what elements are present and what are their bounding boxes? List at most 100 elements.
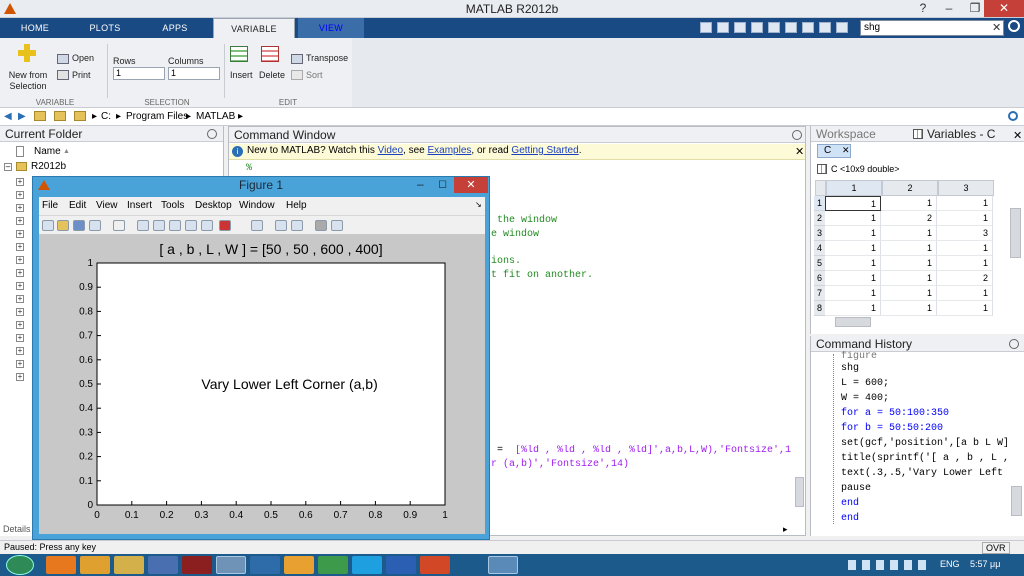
address-part-matlab[interactable]: MATLAB [196,111,235,122]
grid-cell[interactable]: 1 [881,226,937,241]
menu-view[interactable]: View [96,200,118,211]
grid-cell[interactable]: 2 [881,211,937,226]
select-arrow-icon[interactable] [113,220,125,231]
delete-button[interactable]: Delete [259,70,285,80]
taskbar-app-icon[interactable] [148,556,178,574]
address-search-icon[interactable] [1008,111,1018,121]
folder-root[interactable]: R2012b [31,161,66,172]
tree-expand-icon[interactable]: – [4,163,12,171]
rotate-icon[interactable] [185,220,197,231]
panel-menu-icon[interactable] [1009,339,1019,349]
insert-button[interactable]: Insert [230,70,253,80]
quick-access-icon-6[interactable] [785,22,797,33]
quick-access-icon-4[interactable] [751,22,763,33]
taskbar-matlab-icon[interactable] [216,556,246,574]
browse-folder-icon[interactable] [54,111,66,121]
tree-expand-icon[interactable]: + [16,178,24,186]
address-part-c[interactable]: C: [101,111,111,122]
tree-expand-icon[interactable]: + [16,373,24,381]
search-input[interactable]: shg [860,20,1004,36]
taskbar-app-icon[interactable] [250,556,280,574]
back-icon[interactable]: ◀ [4,111,12,122]
zoom-out-icon[interactable] [153,220,165,231]
grid-cell[interactable]: 1 [825,256,881,271]
taskbar-powerpoint-icon[interactable] [420,556,450,574]
scroll-right-icon[interactable]: ▸ [783,524,788,535]
panel-menu-icon[interactable] [792,130,802,140]
column-header-1[interactable]: 1 [826,180,882,196]
new-from-selection-button[interactable]: New from Selection [6,70,50,92]
address-bar[interactable]: ◀ ▶ ▸ C: ▸ Program Files ▸ MATLAB ▸ [0,108,1024,126]
hide-tools-icon[interactable] [315,220,327,231]
tree-expand-icon[interactable]: + [16,321,24,329]
grid-cell[interactable]: 1 [825,211,881,226]
info-link-video[interactable]: Video [378,145,403,156]
tree-expand-icon[interactable]: + [16,230,24,238]
tray-clock[interactable]: 5:57 μμ [970,559,1000,569]
row-header-6[interactable]: 6 [814,271,825,286]
grid-cell[interactable]: 1 [825,271,881,286]
figure-maximize-button[interactable]: ◻ [438,177,447,190]
info-close-icon[interactable]: ✕ [795,145,804,158]
vertical-scrollbar[interactable] [1011,486,1022,516]
grid-cell[interactable]: 1 [881,301,937,316]
quick-access-icon-2[interactable] [717,22,729,33]
start-button[interactable] [6,555,34,575]
row-header-8[interactable]: 8 [814,301,825,316]
history-line[interactable]: figure [841,351,877,360]
taskbar-explorer-icon[interactable] [114,556,144,574]
colorbar-icon[interactable] [275,220,287,231]
column-header-2[interactable]: 2 [882,180,938,196]
print-button[interactable]: Print [72,70,91,80]
row-header-7[interactable]: 7 [814,286,825,301]
quick-access-icon-5[interactable] [768,22,780,33]
grid-cell[interactable]: 1 [825,286,881,301]
history-line[interactable]: text(.3,.5,'Vary Lower Left [841,468,1003,479]
menu-window[interactable]: Window [239,200,275,211]
taskbar-firefox-icon[interactable] [46,556,76,574]
grid-cell[interactable]: 1 [881,196,937,211]
history-line[interactable]: end [841,513,859,524]
grid-cell[interactable]: 1 [881,286,937,301]
menu-file[interactable]: File [42,200,58,211]
row-header-4[interactable]: 4 [814,241,825,256]
figure-minimize-button[interactable]: – [417,177,424,191]
tab-variables-c[interactable]: Variables - C [911,126,1024,142]
grid-cell[interactable]: 3 [937,226,993,241]
taskbar-skype-icon[interactable] [352,556,382,574]
tree-expand-icon[interactable]: + [16,308,24,316]
figure-close-button[interactable]: ✕ [454,177,488,193]
tray-language[interactable]: ENG [940,559,960,569]
taskbar-figure-icon[interactable] [488,556,518,574]
vertical-scrollbar[interactable] [1010,208,1021,258]
clear-search-icon[interactable]: ✕ [992,21,1001,34]
menu-desktop[interactable]: Desktop [195,200,232,211]
tree-expand-icon[interactable]: + [16,256,24,264]
tree-expand-icon[interactable]: + [16,347,24,355]
grid-cell[interactable]: 1 [881,256,937,271]
figure-window[interactable]: Figure 1 – ◻ ✕ File Edit View Insert Too… [32,176,490,540]
tray-icons[interactable] [848,560,928,570]
grid-cell[interactable]: 1 [881,241,937,256]
link-icon[interactable] [251,220,263,231]
tree-expand-icon[interactable]: + [16,204,24,212]
quick-access-icon-1[interactable] [700,22,712,33]
grid-cell[interactable]: 1 [937,256,993,271]
grid-cell[interactable]: 2 [937,271,993,286]
grid-cell[interactable]: 1 [937,286,993,301]
tree-expand-icon[interactable]: + [16,269,24,277]
zoom-in-icon[interactable] [137,220,149,231]
show-tools-icon[interactable] [331,220,343,231]
grid-cell[interactable]: 1 [825,196,881,211]
forward-icon[interactable]: ▶ [18,111,26,122]
history-line[interactable]: end [841,498,859,509]
grid-cell[interactable]: 1 [937,241,993,256]
tree-expand-icon[interactable]: + [16,282,24,290]
up-folder-icon[interactable] [34,111,46,121]
tree-expand-icon[interactable]: + [16,191,24,199]
tab-apps[interactable]: APPS [150,18,200,38]
taskbar-chrome-icon[interactable] [318,556,348,574]
menu-edit[interactable]: Edit [69,200,86,211]
help-icon[interactable]: ? [910,0,936,17]
pan-icon[interactable] [169,220,181,231]
